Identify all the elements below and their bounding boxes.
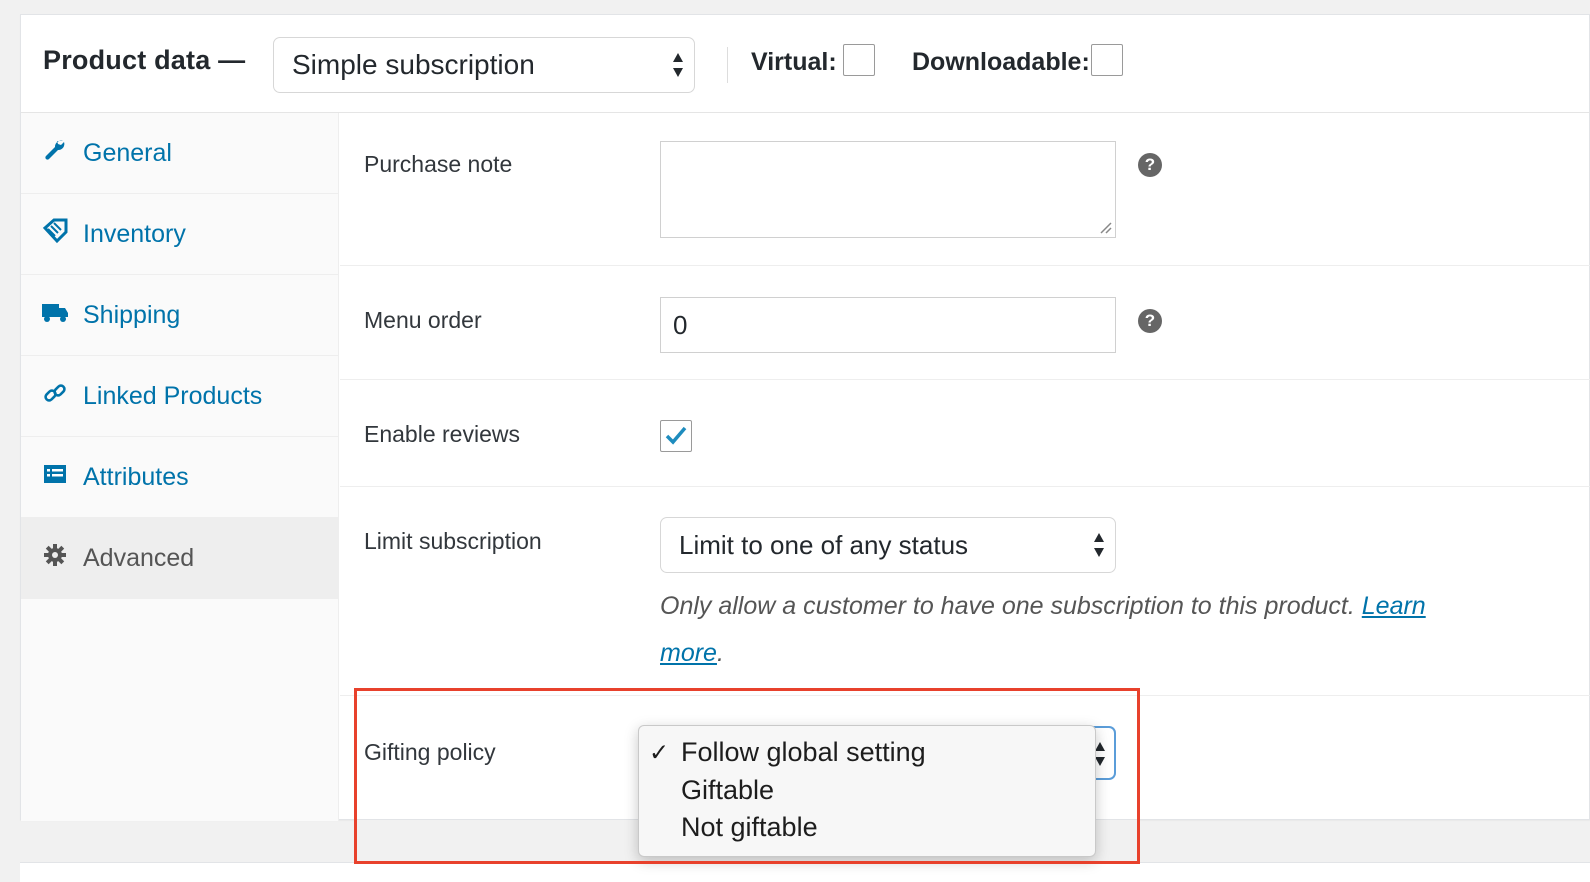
learn-more-link-cont[interactable]: more [660,639,717,667]
header-divider [727,47,728,83]
product-data-title: Product data — [43,45,246,75]
limit-subscription-label: Limit subscription [364,528,542,554]
row-divider [340,379,1590,380]
help-icon[interactable]: ? [1138,153,1162,177]
link-icon [41,379,69,407]
help-icon[interactable]: ? [1138,309,1162,333]
downloadable-checkbox[interactable] [1091,44,1123,76]
tab-linked-products[interactable]: Linked Products [21,356,339,437]
select-arrows-icon [672,52,684,78]
tab-general[interactable]: General [21,113,339,194]
enable-reviews-checkbox[interactable] [660,420,692,452]
tab-advanced[interactable]: Advanced [21,518,339,599]
menu-order-label: Menu order [364,307,482,333]
product-type-value: Simple subscription [292,49,535,80]
tab-general-label: General [83,138,172,167]
product-type-select[interactable]: Simple subscription [273,37,695,93]
select-arrows-icon [1093,532,1105,558]
tab-inventory[interactable]: Inventory [21,194,339,275]
purchase-note-textarea[interactable] [660,141,1116,238]
learn-more-link[interactable]: Learn [1362,592,1426,620]
tag-icon [41,217,69,245]
limit-subscription-description: Only allow a customer to have one subscr… [660,592,1426,667]
tab-linked-products-label: Linked Products [83,381,263,410]
virtual-label: Virtual: [751,48,837,76]
limit-subscription-select[interactable]: Limit to one of any status [660,517,1116,573]
tab-attributes[interactable]: Attributes [21,437,339,518]
next-panel-edge [20,862,1590,882]
wrench-icon [41,136,69,164]
tab-inventory-label: Inventory [83,219,186,248]
limit-subscription-value: Limit to one of any status [679,529,969,560]
menu-order-input[interactable]: 0 [660,297,1116,353]
list-icon [41,460,69,488]
tab-attributes-label: Attributes [83,462,189,491]
product-data-tabs: General Inventory Shipping Linked Produc… [21,113,339,821]
checkmark-icon [665,426,687,445]
tab-shipping[interactable]: Shipping [21,275,339,356]
gear-icon [41,541,69,569]
tab-shipping-label: Shipping [83,300,181,329]
product-data-header: Product data — Simple subscription Virtu… [21,15,1589,113]
tab-advanced-label: Advanced [83,543,195,572]
row-divider [340,486,1590,487]
enable-reviews-label: Enable reviews [364,421,520,447]
row-divider [340,265,1590,266]
truck-icon [41,298,69,326]
limit-description-text: Only allow a customer to have one subscr… [660,592,1355,620]
resize-handle-icon[interactable] [1098,220,1112,234]
purchase-note-label: Purchase note [364,151,513,177]
highlight-box [354,688,1140,864]
virtual-checkbox[interactable] [843,44,875,76]
downloadable-label: Downloadable: [912,48,1090,76]
